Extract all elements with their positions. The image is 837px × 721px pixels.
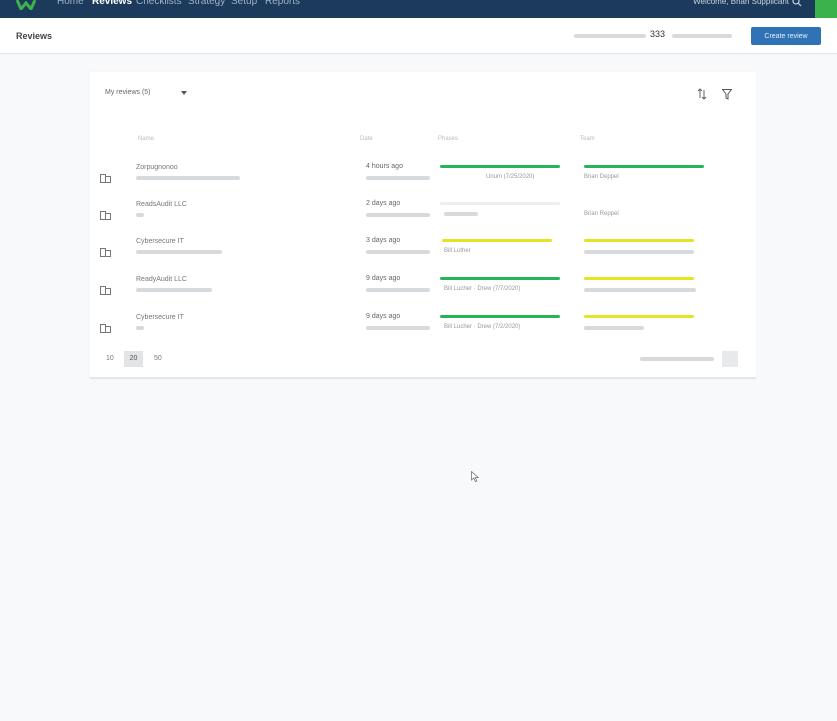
- stat-label-secondary: [672, 34, 732, 38]
- phase-progress-bar: [584, 239, 694, 242]
- phase-progress-bar: [440, 277, 560, 280]
- search-icon[interactable]: [792, 0, 802, 7]
- app-logo-icon[interactable]: [16, 0, 36, 10]
- building-icon: [100, 286, 111, 295]
- page-size-10[interactable]: 10: [106, 355, 114, 362]
- row-date: 9 days ago: [366, 313, 401, 320]
- app-switcher-button[interactable]: [815, 0, 837, 18]
- row-subtext: [136, 288, 212, 292]
- team-text: Brian Deppel: [584, 174, 619, 180]
- nav-checklists[interactable]: Checklists: [136, 0, 182, 8]
- building-icon: [100, 324, 111, 333]
- team-text: Brian Reppel: [584, 211, 619, 217]
- page-title: Reviews: [16, 31, 53, 41]
- team-subtext: [584, 288, 696, 292]
- column-header-date[interactable]: Date: [360, 136, 373, 142]
- row-subtext: [136, 326, 144, 330]
- table-row[interactable]: Zorpugnonoo 4 hours ago Unum (7/25/2020)…: [90, 161, 756, 199]
- filter-icon[interactable]: [722, 89, 732, 100]
- team-subtext: [584, 250, 694, 254]
- stat-value: 333: [650, 29, 666, 39]
- row-name[interactable]: Zorpugnonoo: [136, 164, 178, 171]
- phase-progress-bar: [584, 277, 694, 280]
- table-row[interactable]: Cybersecure IT 3 days ago Bill Luther: [90, 235, 756, 273]
- chevron-down-icon[interactable]: [181, 91, 187, 95]
- row-date-subtext: [366, 176, 430, 180]
- page-info: [640, 357, 714, 361]
- table-row[interactable]: Cybersecure IT 9 days ago Bill Lucher · …: [90, 311, 756, 349]
- table-row[interactable]: ReadsAudit LLC 2 days ago Brian Reppel: [90, 198, 756, 236]
- row-date: 9 days ago: [366, 275, 401, 282]
- row-subtext: [136, 176, 240, 180]
- row-date: 3 days ago: [366, 237, 401, 244]
- welcome-text: Welcome, Brian Supplicant: [693, 0, 789, 6]
- page-size-20[interactable]: 20: [124, 351, 143, 367]
- building-icon: [100, 248, 111, 257]
- column-header-team[interactable]: Team: [580, 136, 595, 142]
- next-page-button[interactable]: [722, 351, 738, 367]
- reviews-card: My reviews (5) Name Date Phases Team Zor…: [90, 72, 756, 379]
- row-date-subtext: [366, 213, 430, 217]
- phase-text: Bill Lucher · Drew (7/2/2020): [444, 324, 521, 330]
- row-name[interactable]: ReadyAudit LLC: [136, 276, 187, 283]
- row-date-subtext: [366, 288, 430, 292]
- phase-text: Unum (7/25/2020): [486, 174, 535, 180]
- stat-label: [574, 34, 646, 38]
- phase-text: Bill Lucher · Drew (7/7/2020): [444, 286, 521, 292]
- row-subtext: [136, 250, 222, 254]
- phase-subtext: [444, 212, 478, 216]
- row-date: 2 days ago: [366, 200, 401, 207]
- column-header-phases[interactable]: Phases: [438, 136, 458, 142]
- page-size-50[interactable]: 50: [154, 355, 162, 362]
- table-row[interactable]: ReadyAudit LLC 9 days ago Bill Lucher · …: [90, 273, 756, 311]
- nav-strategy[interactable]: Strategy: [188, 0, 225, 8]
- page-header: Reviews 333 Create review: [0, 18, 837, 54]
- column-header-name[interactable]: Name: [138, 136, 154, 142]
- row-name[interactable]: ReadsAudit LLC: [136, 201, 187, 208]
- row-subtext: [136, 213, 144, 217]
- phase-progress-bar: [440, 165, 560, 168]
- mouse-cursor-icon: [471, 471, 479, 482]
- sort-icon[interactable]: [697, 88, 707, 100]
- phase-progress-bar: [584, 315, 694, 318]
- phase-progress-bar: [440, 315, 560, 318]
- phase-progress-track: [440, 202, 560, 205]
- building-icon: [100, 211, 111, 220]
- nav-reports[interactable]: Reports: [265, 0, 300, 8]
- top-navigation: Home Reviews Checklists Strategy Setup R…: [0, 0, 837, 18]
- building-icon: [100, 174, 111, 183]
- row-name[interactable]: Cybersecure IT: [136, 238, 184, 245]
- team-subtext: [584, 326, 644, 330]
- row-date-subtext: [366, 326, 430, 330]
- row-date-subtext: [366, 250, 430, 254]
- nav-setup[interactable]: Setup: [231, 0, 257, 8]
- row-name[interactable]: Cybersecure IT: [136, 314, 184, 321]
- phase-progress-bar: [584, 165, 704, 168]
- nav-home[interactable]: Home: [57, 0, 84, 8]
- phase-text: Bill Luther: [444, 248, 471, 254]
- nav-reviews[interactable]: Reviews: [92, 0, 132, 8]
- create-review-button[interactable]: Create review: [751, 27, 821, 45]
- row-date: 4 hours ago: [366, 163, 403, 170]
- reviews-filter-select[interactable]: My reviews (5): [105, 89, 151, 96]
- phase-progress-bar: [442, 239, 552, 242]
